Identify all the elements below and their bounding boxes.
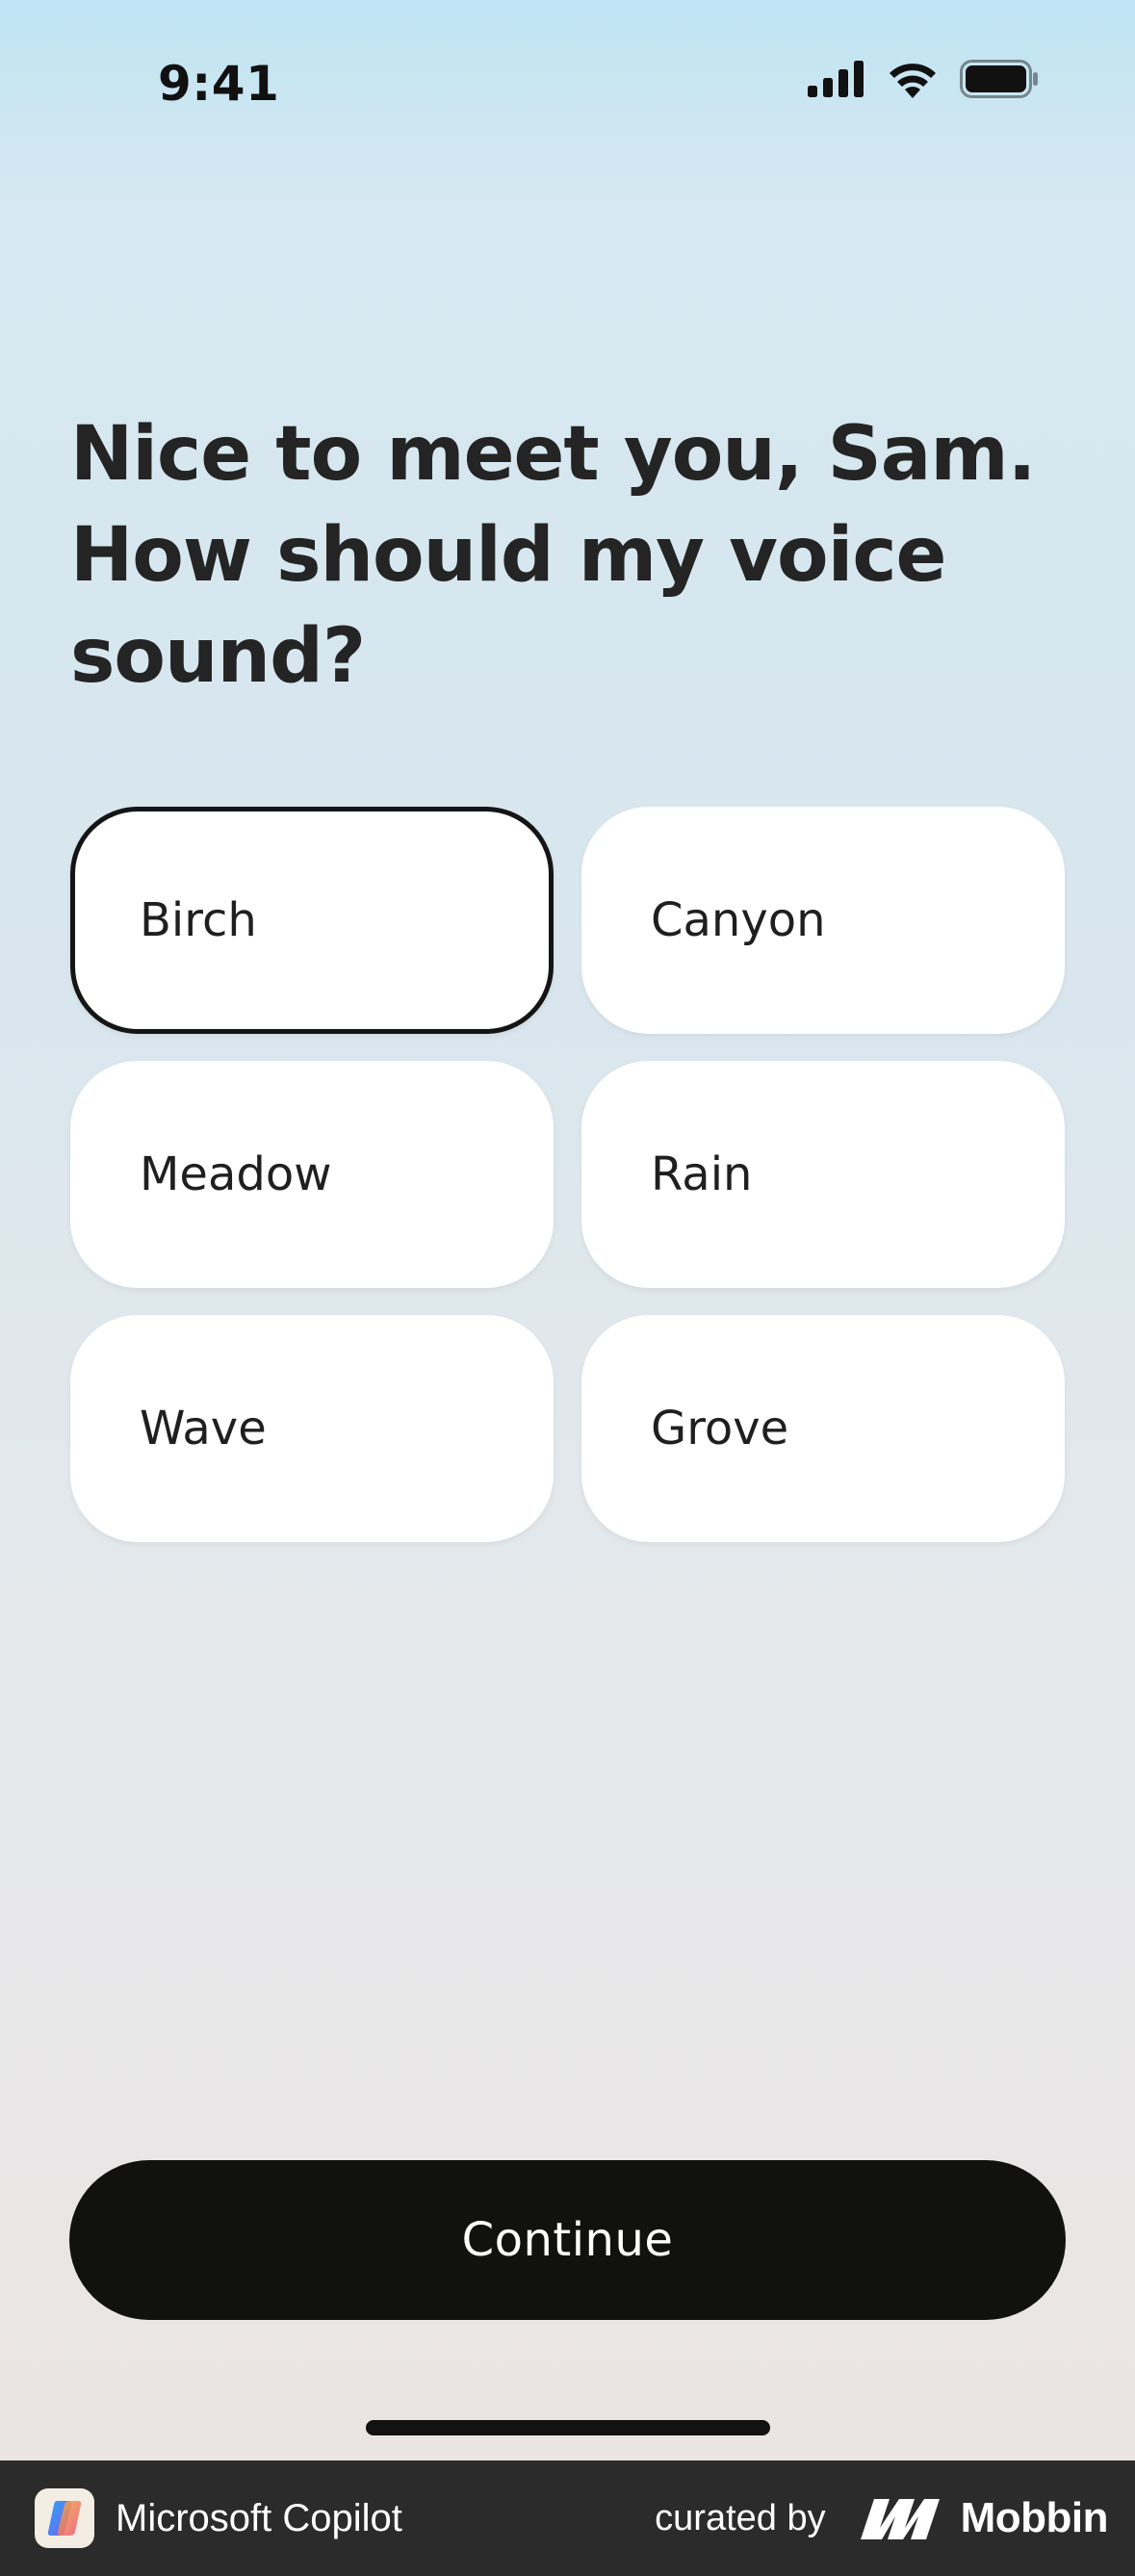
wifi-icon <box>890 64 936 98</box>
page-title: Nice to meet you, Sam. How should my voi… <box>70 411 1036 700</box>
home-indicator[interactable] <box>366 2420 770 2435</box>
continue-button[interactable]: Continue <box>69 2160 1066 2320</box>
curated-by-label: curated by <box>655 2497 826 2538</box>
mobbin-logo-icon <box>860 2499 940 2539</box>
voice-option-rain[interactable]: Rain <box>581 1061 1065 1288</box>
voice-option-meadow[interactable]: Meadow <box>70 1061 554 1288</box>
status-icons <box>808 60 1039 98</box>
status-time: 9:41 <box>158 56 280 112</box>
battery-icon <box>960 60 1038 98</box>
cellular-signal-icon <box>808 61 864 97</box>
voice-option-grove[interactable]: Grove <box>581 1315 1065 1542</box>
status-bar: 9:41 <box>0 0 1135 144</box>
voice-option-canyon[interactable]: Canyon <box>581 807 1065 1034</box>
footer-app-name: Microsoft Copilot <box>116 2496 402 2539</box>
footer-credit: curated by Mobbin <box>655 2460 1108 2576</box>
copilot-logo-icon <box>35 2488 94 2548</box>
footer-app: Microsoft Copilot <box>35 2460 402 2576</box>
mobbin-name: Mobbin <box>960 2494 1109 2541</box>
footer-bar: Microsoft Copilot curated by Mobbin <box>0 2460 1135 2576</box>
mobbin-brand: Mobbin <box>860 2494 1109 2542</box>
voice-option-wave[interactable]: Wave <box>70 1315 554 1542</box>
voice-option-birch[interactable]: Birch <box>70 807 554 1034</box>
voice-options: Birch Canyon Meadow Rain Wave Grove <box>70 807 1065 1542</box>
